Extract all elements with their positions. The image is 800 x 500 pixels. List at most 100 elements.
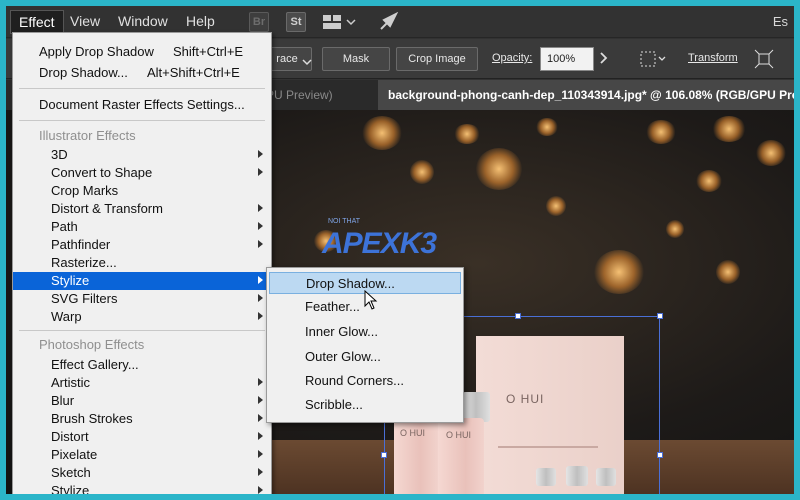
- submenu-arrow-icon: [258, 486, 263, 494]
- bokeh-light: [454, 124, 480, 144]
- menu-item-label: Warp: [51, 309, 82, 324]
- menu-item-path[interactable]: Path: [13, 218, 271, 236]
- menu-item-label: Drop Shadow...: [39, 65, 128, 80]
- submenu-arrow-icon: [258, 168, 263, 176]
- menu-item-warp[interactable]: Warp: [13, 308, 271, 326]
- trace-dropdown-icon[interactable]: [302, 53, 312, 71]
- watermark-logo: APEXK3: [322, 227, 437, 260]
- bokeh-light: [410, 160, 434, 184]
- menu-item-label: Sketch: [51, 465, 91, 480]
- gpu-rocket-icon[interactable]: [378, 11, 400, 37]
- menu-item-label: Brush Strokes: [51, 411, 133, 426]
- submenu-item-scribble[interactable]: Scribble...: [269, 394, 461, 416]
- submenu-item-round-corners[interactable]: Round Corners...: [269, 370, 461, 392]
- menu-item-effect-gallery[interactable]: Effect Gallery...: [13, 356, 271, 374]
- submenu-arrow-icon: [258, 312, 263, 320]
- menu-help[interactable]: Help: [186, 13, 215, 29]
- menu-item-pathfinder[interactable]: Pathfinder: [13, 236, 271, 254]
- menu-view[interactable]: View: [70, 13, 100, 29]
- selection-handle[interactable]: [381, 452, 387, 458]
- search-label[interactable]: Es: [773, 14, 788, 29]
- menu-separator: [19, 120, 265, 121]
- menu-item-document-raster-settings[interactable]: Document Raster Effects Settings...: [13, 96, 271, 114]
- menu-item-artistic[interactable]: Artistic: [13, 374, 271, 392]
- bokeh-light: [362, 116, 402, 150]
- stock-icon[interactable]: St: [286, 12, 306, 32]
- submenu-arrow-icon: [258, 204, 263, 212]
- submenu-arrow-icon: [258, 432, 263, 440]
- submenu-arrow-icon: [258, 294, 263, 302]
- mask-button[interactable]: Mask: [322, 47, 390, 71]
- menu-item-svg-filters[interactable]: SVG Filters: [13, 290, 271, 308]
- transform-button[interactable]: Transform: [688, 52, 738, 64]
- menu-item-blur[interactable]: Blur: [13, 392, 271, 410]
- submenu-item-inner-glow[interactable]: Inner Glow...: [269, 321, 461, 343]
- crop-image-button[interactable]: Crop Image: [396, 47, 478, 71]
- submenu-arrow-icon: [258, 276, 263, 284]
- mouse-cursor-icon: [364, 289, 378, 315]
- bokeh-light: [536, 118, 558, 136]
- watermark-subtitle: NOI THAT: [328, 218, 361, 225]
- bokeh-light: [716, 260, 740, 284]
- menu-item-crop-marks[interactable]: Crop Marks: [13, 182, 271, 200]
- menu-item-label: Outer Glow...: [305, 349, 381, 364]
- tab-active-document[interactable]: background-phong-canh-dep_110343914.jpg*…: [378, 80, 794, 110]
- section-header-label: Photoshop Effects: [39, 337, 145, 352]
- menu-item-label: Distort & Transform: [51, 201, 163, 216]
- menu-item-rasterize[interactable]: Rasterize...: [13, 254, 271, 272]
- menu-item-convert-to-shape[interactable]: Convert to Shape: [13, 164, 271, 182]
- bokeh-light: [696, 170, 722, 192]
- section-header-photoshop: Photoshop Effects: [13, 336, 271, 354]
- menu-item-pixelate[interactable]: Pixelate: [13, 446, 271, 464]
- selection-handle[interactable]: [657, 313, 663, 319]
- menu-item-label: SVG Filters: [51, 291, 118, 306]
- menu-item-shortcut: Shift+Ctrl+E: [173, 44, 244, 59]
- opacity-label: Opacity:: [492, 52, 533, 64]
- menu-item-apply-drop-shadow[interactable]: Apply Drop Shadow Shift+Ctrl+E: [13, 43, 271, 61]
- bokeh-light: [756, 140, 786, 166]
- menu-item-brush-strokes[interactable]: Brush Strokes: [13, 410, 271, 428]
- submenu-item-outer-glow[interactable]: Outer Glow...: [269, 346, 461, 368]
- menu-item-label: Effect Gallery...: [51, 357, 139, 372]
- menu-item-label: Scribble...: [305, 397, 363, 412]
- menu-item-label: Blur: [51, 393, 75, 408]
- menu-item-label: Apply Drop Shadow: [39, 44, 154, 59]
- opacity-input[interactable]: 100%: [540, 47, 594, 71]
- submenu-arrow-icon: [258, 396, 263, 404]
- app-window: Effect View Window Help Br St Es race Ma…: [6, 6, 794, 494]
- menu-separator: [19, 88, 265, 89]
- menu-item-sketch[interactable]: Sketch: [13, 464, 271, 482]
- menu-item-label: Inner Glow...: [305, 324, 378, 339]
- menu-item-label: Stylize: [51, 483, 90, 494]
- transform-icon[interactable]: [754, 49, 774, 74]
- opacity-arrow-icon[interactable]: [598, 51, 610, 70]
- menu-item-label: Round Corners...: [305, 373, 404, 388]
- menu-item-distort[interactable]: Distort: [13, 428, 271, 446]
- menu-item-label: Artistic: [51, 375, 90, 390]
- workspace-layout-icon[interactable]: [322, 14, 356, 35]
- selection-handle[interactable]: [657, 452, 663, 458]
- bokeh-light: [712, 116, 746, 142]
- menu-item-label: Path: [51, 219, 78, 234]
- menu-item-stylize-illustrator[interactable]: Stylize: [13, 272, 271, 290]
- bokeh-light: [546, 196, 566, 216]
- section-header-label: Illustrator Effects: [39, 128, 136, 143]
- bokeh-light: [666, 220, 684, 238]
- menu-item-label: Crop Marks: [51, 183, 119, 198]
- bridge-icon[interactable]: Br: [249, 12, 269, 32]
- bokeh-light: [594, 250, 644, 294]
- menu-effect[interactable]: Effect: [10, 10, 64, 34]
- section-header-illustrator: Illustrator Effects: [13, 127, 271, 145]
- submenu-arrow-icon: [258, 468, 263, 476]
- align-selection-icon[interactable]: [640, 51, 668, 72]
- menu-item-stylize-photoshop[interactable]: Stylize: [13, 482, 271, 494]
- menu-item-drop-shadow[interactable]: Drop Shadow... Alt+Shift+Ctrl+E: [13, 64, 271, 82]
- selection-handle[interactable]: [515, 313, 521, 319]
- menu-item-label: 3D: [51, 147, 68, 162]
- menu-window[interactable]: Window: [118, 13, 168, 29]
- menu-item-label: Rasterize...: [51, 255, 117, 270]
- menu-item-label: Pixelate: [51, 447, 98, 462]
- menu-item-distort-transform[interactable]: Distort & Transform: [13, 200, 271, 218]
- menu-item-3d[interactable]: 3D: [13, 146, 271, 164]
- submenu-arrow-icon: [258, 414, 263, 422]
